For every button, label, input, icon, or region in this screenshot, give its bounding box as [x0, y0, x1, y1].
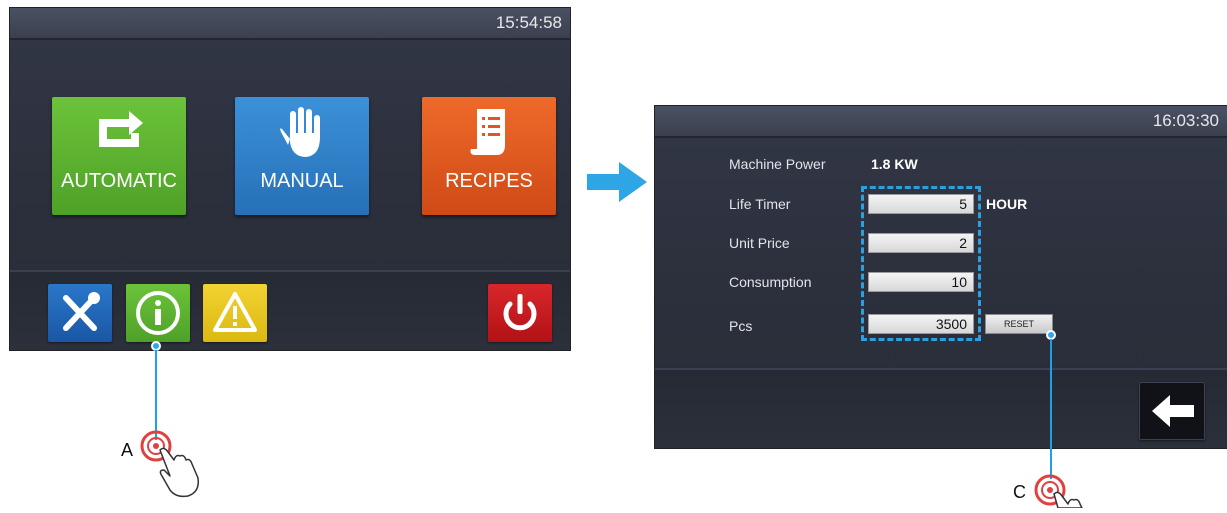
machine-power-value: 1.8 KW [871, 156, 918, 172]
tools-icon [63, 292, 100, 331]
life-timer-label: Life Timer [729, 196, 791, 212]
power-button[interactable] [488, 284, 552, 342]
right-arrow-icon [587, 160, 649, 209]
recipe-document-icon [422, 105, 556, 166]
tools-button[interactable] [48, 284, 112, 342]
power-icon [503, 294, 537, 331]
info-button[interactable] [126, 284, 190, 342]
recipes-label: RECIPES [445, 170, 533, 192]
top-bar: 16:03:30 [655, 106, 1227, 138]
tap-gesture-icon [140, 426, 220, 507]
warning-icon [213, 292, 257, 332]
back-arrow-icon [1152, 395, 1194, 427]
back-button[interactable] [1139, 382, 1205, 440]
bottom-bar [655, 368, 1227, 448]
main-menu-screen: 15:54:58 AUTOMATIC MANUAL RECIPES [10, 8, 570, 350]
warning-button[interactable] [203, 284, 267, 342]
clock: 16:03:30 [1152, 111, 1219, 130]
callout-c-label: C [1013, 482, 1026, 502]
editable-fields-highlight [861, 186, 981, 341]
tap-gesture-icon [1034, 470, 1094, 513]
automatic-label: AUTOMATIC [61, 170, 177, 192]
bottom-bar [10, 270, 570, 350]
hand-icon [235, 105, 369, 166]
info-icon [136, 291, 180, 335]
manual-button[interactable]: MANUAL [235, 97, 369, 215]
clock: 15:54:58 [495, 13, 562, 32]
recipes-button[interactable]: RECIPES [422, 97, 556, 215]
callout-c-line [1050, 339, 1052, 479]
top-bar: 15:54:58 [10, 8, 570, 40]
manual-label: MANUAL [260, 170, 344, 192]
pcs-label: Pcs [729, 318, 753, 334]
unit-price-label: Unit Price [729, 235, 790, 251]
consumption-label: Consumption [729, 274, 812, 290]
machine-power-label: Machine Power [729, 156, 826, 172]
life-timer-unit: HOUR [986, 196, 1028, 212]
cycle-icon [52, 105, 186, 158]
settings-screen: 16:03:30 Machine Power 1.8 KW Life Timer… [655, 106, 1227, 448]
callout-a-label: A [121, 440, 134, 460]
reset-button[interactable]: RESET [985, 314, 1053, 334]
automatic-button[interactable]: AUTOMATIC [52, 97, 186, 215]
